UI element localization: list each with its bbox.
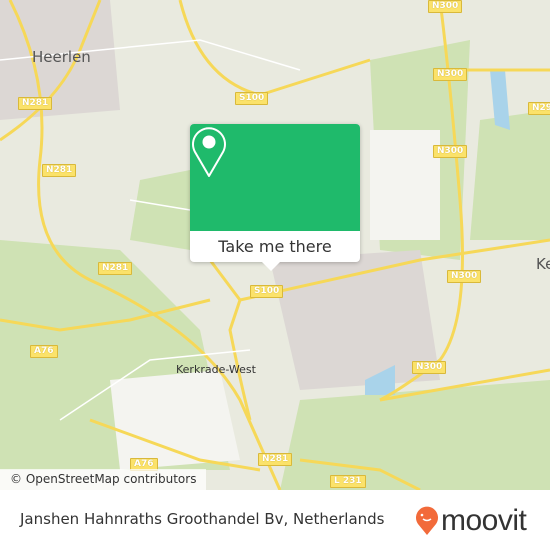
road-shield: N281: [258, 453, 293, 466]
road-shield: N300: [433, 145, 468, 158]
place-name: Janshen Hahnraths Groothandel Bv, Nether…: [20, 510, 385, 528]
map-attribution[interactable]: © OpenStreetMap contributors: [0, 469, 207, 490]
city-label: Heerlen: [32, 48, 91, 66]
city-label: Ke: [536, 255, 550, 273]
road-shield: N281: [98, 262, 133, 275]
road-shield: A76: [30, 345, 58, 358]
city-label: Kerkrade-West: [176, 363, 256, 376]
popup-header: [190, 124, 360, 231]
road-shield: N29: [528, 102, 550, 115]
popup[interactable]: Take me there: [190, 124, 360, 271]
take-me-there-button[interactable]: Take me there: [190, 231, 360, 262]
popup-pointer: [262, 262, 280, 271]
map[interactable]: Heerlen Kerkrade-West Ke N300 N300 N300 …: [0, 0, 550, 490]
road-shield: S100: [250, 285, 284, 298]
moovit-logo[interactable]: moovit: [415, 504, 527, 538]
road-shield: L 231: [330, 475, 366, 488]
road-shield: N300: [447, 270, 482, 283]
logo-text: moovit: [441, 504, 527, 537]
road-shield: N281: [42, 164, 77, 177]
road-shield: N300: [433, 68, 468, 81]
road-shield: N300: [428, 0, 463, 13]
road-shield: S100: [235, 92, 269, 105]
road-shield: N300: [412, 361, 447, 374]
road-shield: N281: [18, 97, 53, 110]
map-pin-icon: [192, 127, 226, 177]
moovit-pin-icon: [416, 506, 438, 535]
